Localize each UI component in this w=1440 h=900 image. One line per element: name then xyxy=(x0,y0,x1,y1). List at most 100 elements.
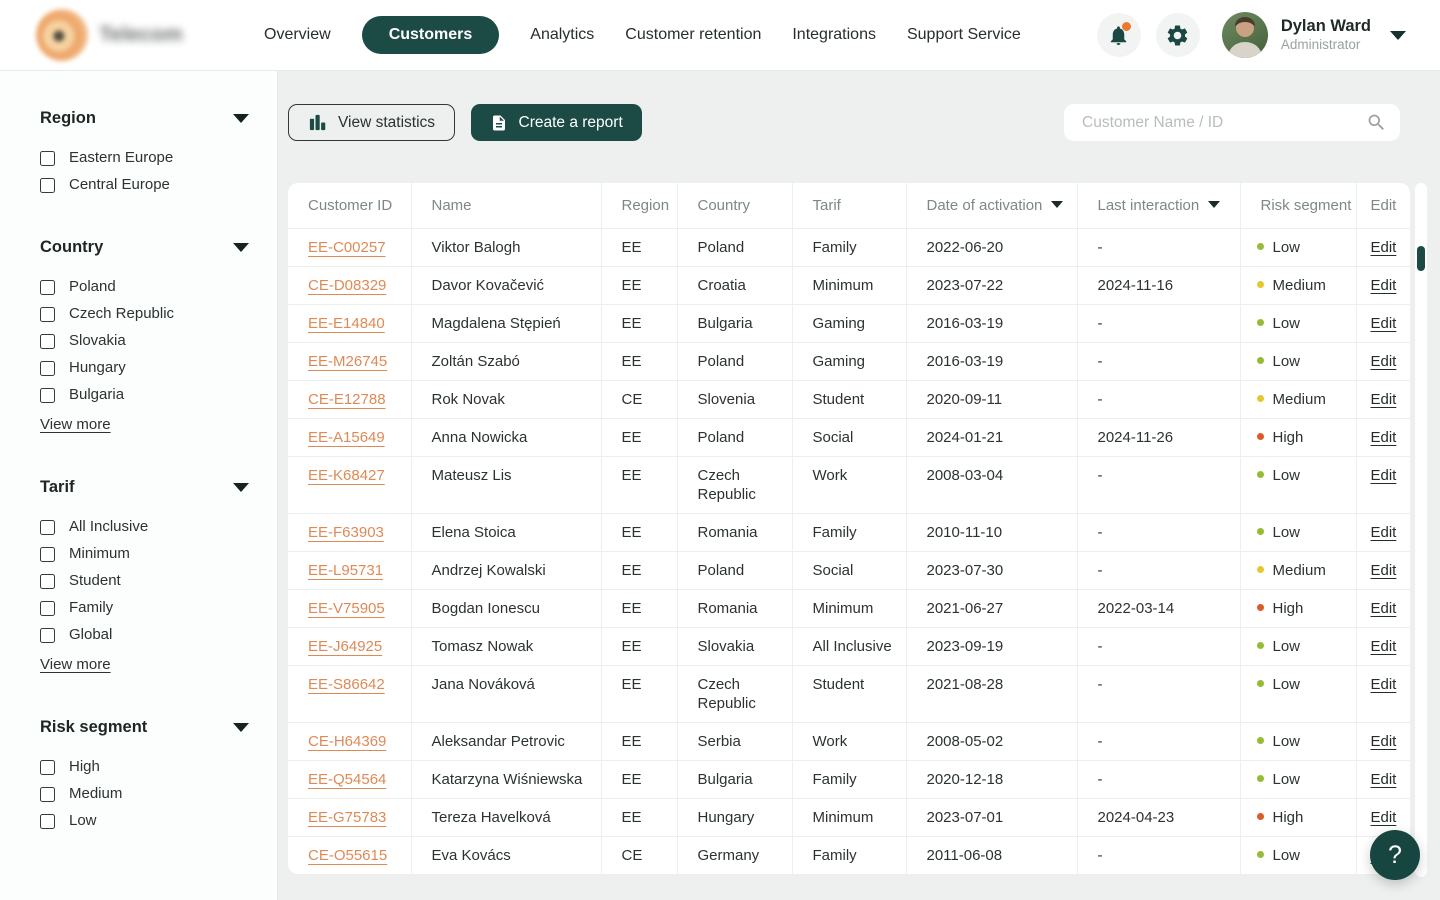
sort-chevron-icon[interactable] xyxy=(1208,201,1220,208)
chevron-down-icon[interactable] xyxy=(233,114,249,123)
edit-link[interactable]: Edit xyxy=(1371,277,1397,294)
customer-id-link[interactable]: EE-S86642 xyxy=(308,676,385,693)
filter-option-central-europe[interactable]: Central Europe xyxy=(40,176,249,194)
checkbox-eastern-europe[interactable] xyxy=(40,151,55,166)
edit-link[interactable]: Edit xyxy=(1371,676,1397,693)
edit-cell: Edit xyxy=(1356,665,1410,722)
customer-id-link[interactable]: EE-K68427 xyxy=(308,467,385,484)
chevron-down-icon[interactable] xyxy=(233,723,249,732)
chevron-down-icon[interactable] xyxy=(233,483,249,492)
notifications-button[interactable] xyxy=(1097,13,1141,57)
filter-option-czech-republic[interactable]: Czech Republic xyxy=(40,305,249,323)
edit-link[interactable]: Edit xyxy=(1371,467,1397,484)
filter-option-family[interactable]: Family xyxy=(40,599,249,617)
edit-link[interactable]: Edit xyxy=(1371,733,1397,750)
checkbox-global[interactable] xyxy=(40,628,55,643)
nav-item-customer-retention[interactable]: Customer retention xyxy=(625,26,761,44)
filter-option-minimum[interactable]: Minimum xyxy=(40,545,249,563)
edit-link[interactable]: Edit xyxy=(1371,239,1397,256)
table-row: EE-C00257Viktor BaloghEEPolandFamily2022… xyxy=(288,228,1410,266)
customer-id-link[interactable]: CE-O55615 xyxy=(308,847,387,864)
cell-country: Bulgaria xyxy=(677,304,792,342)
edit-cell: Edit xyxy=(1356,304,1410,342)
search-input[interactable] xyxy=(1080,113,1366,133)
checkbox-student[interactable] xyxy=(40,574,55,589)
checkbox-central-europe[interactable] xyxy=(40,178,55,193)
customer-id-link[interactable]: CE-H64369 xyxy=(308,733,386,750)
customer-id-link[interactable]: CE-E12788 xyxy=(308,391,386,408)
checkbox-high[interactable] xyxy=(40,760,55,775)
checkbox-medium[interactable] xyxy=(40,787,55,802)
customer-id-link[interactable]: EE-G75783 xyxy=(308,809,386,826)
user-info[interactable]: Dylan Ward Administrator xyxy=(1281,17,1371,54)
table-scrollbar-track[interactable] xyxy=(1415,183,1427,877)
avatar[interactable] xyxy=(1222,12,1268,58)
filter-option-medium[interactable]: Medium xyxy=(40,785,249,803)
checkbox-bulgaria[interactable] xyxy=(40,388,55,403)
create-report-button[interactable]: Create a report xyxy=(471,104,642,141)
user-menu-chevron-icon[interactable] xyxy=(1390,31,1406,40)
edit-link[interactable]: Edit xyxy=(1371,391,1397,408)
edit-link[interactable]: Edit xyxy=(1371,771,1397,788)
filter-option-high[interactable]: High xyxy=(40,758,249,776)
filters-sidebar: RegionEastern EuropeCentral EuropeCountr… xyxy=(0,71,278,900)
customer-id-link[interactable]: EE-V75905 xyxy=(308,600,385,617)
cell-region: EE xyxy=(601,589,677,627)
table-scrollbar-thumb[interactable] xyxy=(1417,246,1425,271)
edit-link[interactable]: Edit xyxy=(1371,353,1397,370)
help-button[interactable]: ? xyxy=(1370,830,1420,880)
edit-link[interactable]: Edit xyxy=(1371,562,1397,579)
checkbox-all-inclusive[interactable] xyxy=(40,520,55,535)
column-header-last-interaction[interactable]: Last interaction xyxy=(1077,183,1240,228)
nav-item-support-service[interactable]: Support Service xyxy=(907,26,1021,44)
search-icon[interactable] xyxy=(1366,112,1387,133)
customer-id-link[interactable]: EE-A15649 xyxy=(308,429,385,446)
nav-item-customers[interactable]: Customers xyxy=(362,16,500,54)
nav-item-overview[interactable]: Overview xyxy=(264,26,331,44)
edit-link[interactable]: Edit xyxy=(1371,429,1397,446)
filter-option-hungary[interactable]: Hungary xyxy=(40,359,249,377)
customer-id-link[interactable]: EE-E14840 xyxy=(308,315,385,332)
view-more-link[interactable]: View more xyxy=(40,416,111,433)
cell-country: Slovakia xyxy=(677,627,792,665)
checkbox-slovakia[interactable] xyxy=(40,334,55,349)
checkbox-family[interactable] xyxy=(40,601,55,616)
checkbox-poland[interactable] xyxy=(40,280,55,295)
customer-id-link[interactable]: EE-C00257 xyxy=(308,239,386,256)
edit-link[interactable]: Edit xyxy=(1371,600,1397,617)
filter-option-low[interactable]: Low xyxy=(40,812,249,830)
filter-option-student[interactable]: Student xyxy=(40,572,249,590)
customer-id-link[interactable]: CE-D08329 xyxy=(308,277,386,294)
sort-chevron-icon[interactable] xyxy=(1051,201,1063,208)
edit-link[interactable]: Edit xyxy=(1371,638,1397,655)
risk-label: Low xyxy=(1273,353,1301,370)
checkbox-hungary[interactable] xyxy=(40,361,55,376)
customer-id-link[interactable]: EE-M26745 xyxy=(308,353,387,370)
checkbox-minimum[interactable] xyxy=(40,547,55,562)
edit-link[interactable]: Edit xyxy=(1371,809,1397,826)
column-header-date-of-activation[interactable]: Date of activation xyxy=(906,183,1077,228)
cell-activation: 2021-06-27 xyxy=(906,589,1077,627)
filter-option-bulgaria[interactable]: Bulgaria xyxy=(40,386,249,404)
customer-id-link[interactable]: EE-Q54564 xyxy=(308,771,386,788)
filter-option-poland[interactable]: Poland xyxy=(40,278,249,296)
customer-id-link[interactable]: EE-L95731 xyxy=(308,562,383,579)
chevron-down-icon[interactable] xyxy=(233,243,249,252)
checkbox-czech-republic[interactable] xyxy=(40,307,55,322)
customer-id-link[interactable]: EE-F63903 xyxy=(308,524,384,541)
filter-option-all-inclusive[interactable]: All Inclusive xyxy=(40,518,249,536)
cell-region: EE xyxy=(601,513,677,551)
checkbox-low[interactable] xyxy=(40,814,55,829)
edit-link[interactable]: Edit xyxy=(1371,524,1397,541)
nav-item-analytics[interactable]: Analytics xyxy=(530,26,594,44)
view-more-link[interactable]: View more xyxy=(40,656,111,673)
settings-button[interactable] xyxy=(1156,13,1200,57)
view-statistics-button[interactable]: View statistics xyxy=(288,104,455,141)
nav-item-integrations[interactable]: Integrations xyxy=(792,26,876,44)
filter-option-global[interactable]: Global xyxy=(40,626,249,644)
filter-option-slovakia[interactable]: Slovakia xyxy=(40,332,249,350)
risk-segment-cell: Low xyxy=(1240,304,1356,342)
filter-option-eastern-europe[interactable]: Eastern Europe xyxy=(40,149,249,167)
customer-id-link[interactable]: EE-J64925 xyxy=(308,638,382,655)
edit-link[interactable]: Edit xyxy=(1371,315,1397,332)
